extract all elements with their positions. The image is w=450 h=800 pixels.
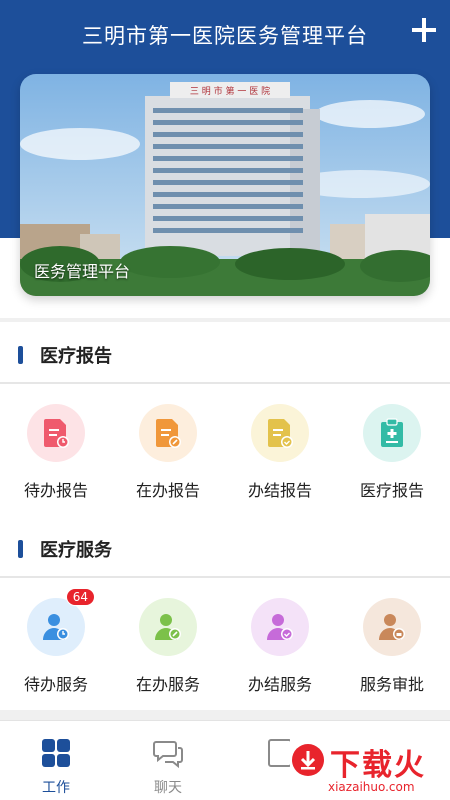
user-edit-icon xyxy=(139,598,197,656)
watermark: 下载火 xiazaihuo.com xyxy=(290,738,450,800)
grid-icon xyxy=(42,739,70,767)
section-accent-bar xyxy=(18,540,23,558)
in-progress-report-button[interactable]: 在办报告 xyxy=(112,384,224,501)
download-logo-icon xyxy=(292,744,324,776)
report-grid: 待办报告 在办报告 办结报告 医疗报告 xyxy=(0,384,450,516)
section-header: 医疗服务 xyxy=(0,516,450,578)
notification-badge: 64 xyxy=(65,588,95,606)
watermark-url: xiazaihuo.com xyxy=(328,780,415,794)
service-grid: 64 待办服务 在办服务 办结服务 服务审批 xyxy=(0,578,450,710)
section-medical-service: 医疗服务 64 待办服务 在办服务 办结服务 服务审批 xyxy=(0,516,450,710)
service-approval-button[interactable]: 服务审批 xyxy=(336,578,448,695)
banner-caption: 医务管理平台 xyxy=(34,262,131,281)
user-approve-icon xyxy=(363,598,421,656)
report-check-icon xyxy=(251,404,309,462)
in-progress-service-button[interactable]: 在办服务 xyxy=(112,578,224,695)
page-title: 三明市第一医院医务管理平台 xyxy=(82,24,368,48)
section-title: 医疗报告 xyxy=(40,346,112,367)
pending-service-button[interactable]: 64 待办服务 xyxy=(0,578,112,695)
report-clock-icon xyxy=(27,404,85,462)
pending-report-button[interactable]: 待办报告 xyxy=(0,384,112,501)
section-medical-report: 医疗报告 待办报告 在办报告 办结报告 医疗报告 xyxy=(0,322,450,516)
completed-service-button[interactable]: 办结服务 xyxy=(224,578,336,695)
completed-report-button[interactable]: 办结报告 xyxy=(224,384,336,501)
banner-carousel[interactable]: 三 明 市 第 一 医 院 医务管理平台 xyxy=(20,74,430,296)
tab-chat[interactable]: 聊天 xyxy=(112,721,224,800)
user-check-icon xyxy=(251,598,309,656)
medical-report-button[interactable]: 医疗报告 xyxy=(336,384,448,501)
watermark-text: 下载火 xyxy=(330,748,426,783)
building-sign: 三 明 市 第 一 医 院 xyxy=(190,85,270,97)
section-title: 医疗服务 xyxy=(40,540,112,561)
section-header: 医疗报告 xyxy=(0,322,450,384)
user-clock-icon: 64 xyxy=(27,588,95,656)
plus-icon[interactable] xyxy=(408,14,440,46)
chat-icon xyxy=(153,741,183,769)
report-edit-icon xyxy=(139,404,197,462)
section-accent-bar xyxy=(18,346,23,364)
tab-work[interactable]: 工作 xyxy=(0,721,112,800)
clipboard-medical-icon xyxy=(363,404,421,462)
